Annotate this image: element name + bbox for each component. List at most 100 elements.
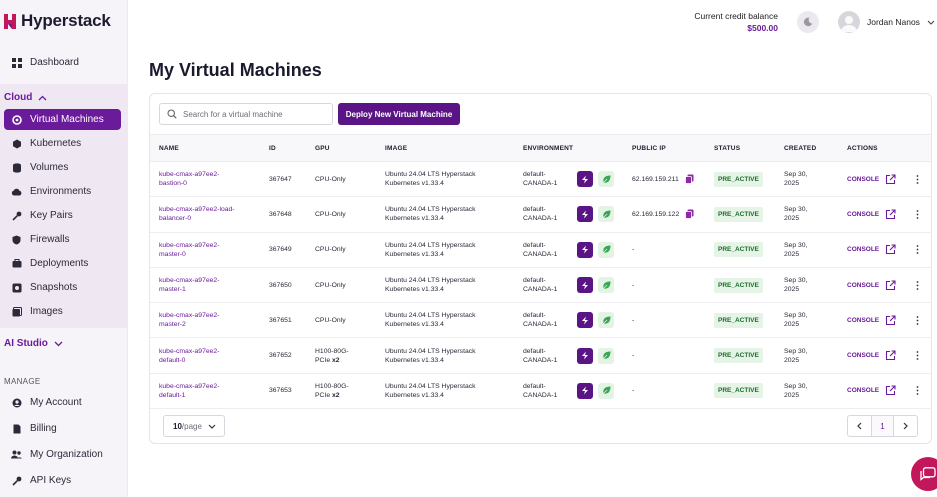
cloud-section-toggle[interactable]: Cloud (4, 92, 47, 103)
lightning-icon[interactable] (577, 277, 593, 294)
vm-environment: default- CANADA-1 (523, 171, 558, 188)
sidebar-item-label: Snapshots (30, 282, 78, 293)
console-link[interactable]: CONSOLE (847, 386, 879, 395)
sidebar-item-label: Volumes (30, 162, 69, 173)
external-link-icon[interactable] (885, 209, 896, 220)
vm-environment: default- CANADA-1 (523, 277, 558, 294)
console-link[interactable]: CONSOLE (847, 175, 879, 184)
vm-status: PRE_ACTIVE (705, 162, 775, 197)
table-row[interactable]: kube-cmax-a97ee2- master-2 367651 CPU-Onl… (150, 303, 931, 338)
vm-name-link[interactable]: kube-cmax-a97ee2- default-0 (150, 338, 260, 373)
vm-env-icons (568, 267, 623, 302)
more-options-icon[interactable] (916, 351, 919, 361)
per-page-select[interactable]: 10/page (163, 415, 225, 437)
external-link-icon[interactable] (885, 385, 896, 396)
ai-studio-section-toggle[interactable]: AI Studio (4, 338, 63, 349)
chat-support-button[interactable] (911, 457, 937, 491)
key-icon (11, 475, 22, 486)
sidebar-item-volumes[interactable]: Volumes (4, 157, 121, 178)
table-row[interactable]: kube-cmax-a97ee2- default-0 367652 H100-8… (150, 338, 931, 374)
table-row[interactable]: kube-cmax-a97ee2- bastion-0 367647 CPU-On… (150, 162, 931, 197)
sidebar-item-virtual-machines[interactable]: Virtual Machines (4, 109, 121, 130)
copy-icon[interactable] (684, 174, 694, 185)
sidebar-item-images[interactable]: Images (4, 301, 121, 322)
vm-name-link[interactable]: kube-cmax-a97ee2- master-1 (150, 267, 260, 302)
leaf-icon[interactable] (598, 312, 614, 329)
vm-env-icons (568, 232, 623, 267)
theme-toggle-button[interactable] (797, 11, 819, 33)
lightning-icon[interactable] (577, 241, 593, 258)
database-icon (11, 162, 22, 173)
vm-environment: default- CANADA-1 (523, 241, 558, 258)
next-page-button[interactable] (894, 416, 917, 436)
lightning-icon[interactable] (577, 206, 593, 223)
console-link[interactable]: CONSOLE (847, 281, 879, 290)
ai-studio-label: AI Studio (4, 338, 48, 349)
sidebar-item-key-pairs[interactable]: Key Pairs (4, 205, 121, 226)
console-link[interactable]: CONSOLE (847, 316, 879, 325)
vm-gpu: H100-80G- PCIe x2 (306, 338, 376, 373)
sidebar-item-firewalls[interactable]: Firewalls (4, 229, 121, 250)
status-badge: PRE_ACTIVE (714, 383, 763, 399)
deploy-vm-button[interactable]: Deploy New Virtual Machine (338, 103, 460, 125)
sidebar-item-my-account[interactable]: My Account (4, 392, 121, 413)
sidebar-item-kubernetes[interactable]: Kubernetes (4, 133, 121, 154)
gpu-model: CPU-Only (315, 210, 346, 218)
user-menu[interactable]: Jordan Nanos (838, 11, 935, 33)
external-link-icon[interactable] (885, 350, 896, 361)
external-link-icon[interactable] (885, 244, 896, 255)
chevron-left-icon (857, 422, 862, 430)
external-link-icon[interactable] (885, 279, 896, 291)
vm-name-link[interactable]: kube-cmax-a97ee2- master-0 (150, 232, 260, 267)
vm-public-ip: - (623, 373, 705, 408)
more-options-icon[interactable] (916, 386, 919, 396)
vm-name-link[interactable]: kube-cmax-a97ee2-load-balancer-0 (150, 197, 260, 232)
leaf-icon[interactable] (598, 206, 614, 223)
brand-logo[interactable]: Hyperstack (3, 10, 111, 32)
more-options-icon[interactable] (916, 210, 919, 219)
sidebar-item-environments[interactable]: Environments (4, 181, 121, 202)
vm-name-link[interactable]: kube-cmax-a97ee2- master-2 (150, 303, 260, 338)
more-options-icon[interactable] (916, 315, 919, 325)
table-row[interactable]: kube-cmax-a97ee2- master-0 367649 CPU-Onl… (150, 232, 931, 268)
sidebar-item-billing[interactable]: Billing (4, 418, 121, 439)
sidebar-item-deployments[interactable]: Deployments (4, 253, 121, 274)
page-number-button[interactable]: 1 (871, 416, 894, 436)
vm-env-icons (568, 162, 623, 197)
lightning-icon[interactable] (577, 347, 593, 364)
external-link-icon[interactable] (885, 174, 896, 185)
sidebar-item-snapshots[interactable]: Snapshots (4, 277, 121, 298)
search-box[interactable] (159, 103, 333, 125)
previous-page-button[interactable] (848, 416, 871, 436)
vm-name-link[interactable]: kube-cmax-a97ee2- default-1 (150, 373, 260, 408)
vm-image: Ubuntu 24.04 LTS Hyperstack Kubernetes v1… (385, 347, 476, 364)
vm-name-link[interactable]: kube-cmax-a97ee2- bastion-0 (150, 162, 260, 197)
lightning-icon[interactable] (577, 171, 593, 188)
table-row[interactable]: kube-cmax-a97ee2- master-1 367650 CPU-Onl… (150, 267, 931, 303)
sidebar-item-my-organization[interactable]: My Organization (4, 444, 121, 465)
shield-icon (11, 234, 22, 245)
copy-icon[interactable] (685, 209, 694, 220)
table-row[interactable]: kube-cmax-a97ee2-load-balancer-0 367648 … (150, 197, 931, 233)
console-link[interactable]: CONSOLE (847, 351, 879, 360)
table-row[interactable]: kube-cmax-a97ee2- default-1 367653 H100-8… (150, 373, 931, 409)
leaf-icon[interactable] (598, 347, 614, 364)
more-options-icon[interactable] (916, 245, 919, 255)
leaf-icon[interactable] (598, 277, 614, 294)
lightning-icon[interactable] (577, 312, 593, 329)
status-badge: PRE_ACTIVE (714, 312, 763, 328)
sidebar-item-dashboard[interactable]: Dashboard (4, 52, 121, 73)
public-ip: - (632, 246, 635, 254)
leaf-icon[interactable] (598, 171, 614, 188)
external-link-icon[interactable] (885, 315, 896, 326)
more-options-icon[interactable] (916, 280, 919, 290)
console-link[interactable]: CONSOLE (847, 245, 879, 254)
lightning-icon[interactable] (577, 382, 593, 399)
console-link[interactable]: CONSOLE (847, 210, 879, 219)
leaf-icon[interactable] (598, 241, 614, 258)
search-input[interactable] (183, 109, 323, 119)
more-options-icon[interactable] (916, 174, 919, 184)
column-header-name: NAME (159, 144, 179, 152)
leaf-icon[interactable] (598, 382, 614, 399)
sidebar-item-api-keys[interactable]: API Keys (4, 470, 121, 491)
